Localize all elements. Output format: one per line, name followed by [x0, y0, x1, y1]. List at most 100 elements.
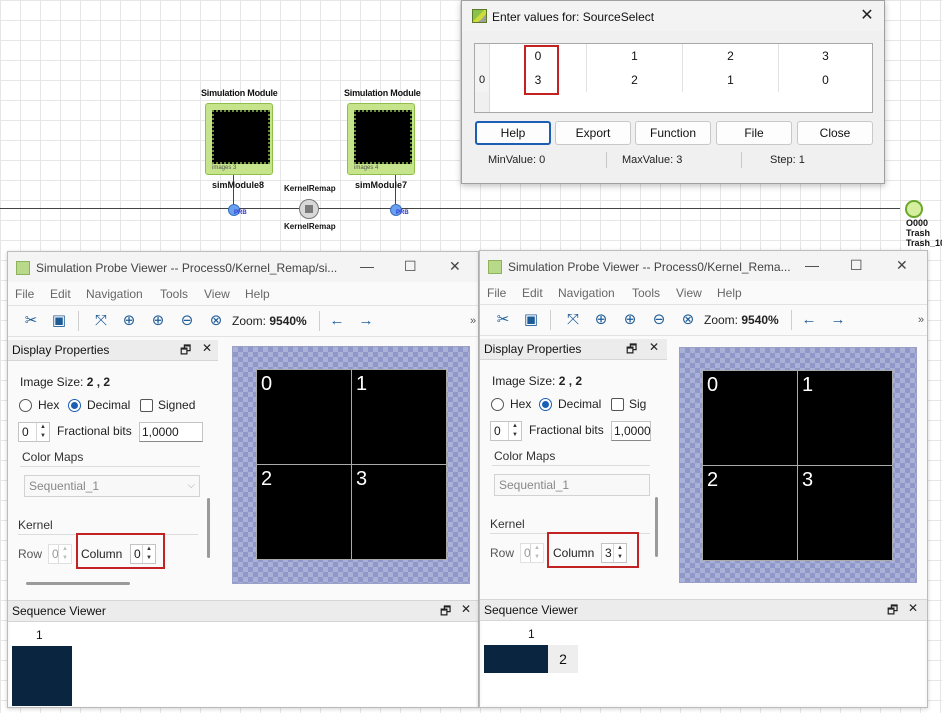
menu-tools[interactable]: Tools: [160, 287, 188, 301]
zoom-out-icon[interactable]: ⊖: [650, 311, 668, 329]
menu-help[interactable]: Help: [245, 287, 270, 301]
back-arrow-icon[interactable]: ←: [328, 312, 346, 330]
viewer-right-titlebar[interactable]: Simulation Probe Viewer -- Process0/Kern…: [480, 251, 927, 281]
kernel-remap-node[interactable]: [299, 199, 319, 219]
pixel-cell[interactable]: 2: [256, 464, 352, 560]
close-icon[interactable]: ✕: [449, 258, 461, 275]
properties-hscrollbar[interactable]: [26, 582, 130, 585]
pixel-cell[interactable]: 1: [797, 370, 893, 466]
menu-file[interactable]: File: [487, 286, 506, 300]
pixel-cell[interactable]: 1: [351, 369, 447, 465]
forward-arrow-icon[interactable]: →: [357, 312, 375, 330]
grid-row-header[interactable]: 0: [475, 68, 490, 92]
dialog-close-icon[interactable]: ✕: [856, 6, 878, 26]
function-button[interactable]: Function: [635, 121, 711, 145]
pixel-cell[interactable]: 3: [797, 465, 893, 561]
maximize-icon[interactable]: ☐: [850, 257, 863, 274]
sequence-frame[interactable]: [484, 645, 548, 673]
spinner-arrows-icon[interactable]: ▲ ▼: [508, 422, 521, 440]
sequence-frame[interactable]: [12, 646, 72, 706]
help-button[interactable]: Help: [475, 121, 551, 145]
maximize-icon[interactable]: ☐: [404, 258, 417, 275]
grid-cell[interactable]: 2: [587, 68, 683, 92]
module1-caption: images 3: [212, 165, 237, 171]
grid-col-header[interactable]: 2: [683, 44, 779, 68]
pixel-cell[interactable]: 3: [351, 464, 447, 560]
fit-screen-icon[interactable]: ⤧: [564, 311, 582, 329]
back-arrow-icon[interactable]: ←: [800, 311, 818, 329]
file-button[interactable]: File: [716, 121, 792, 145]
properties-scrollbar[interactable]: [207, 498, 210, 558]
forward-arrow-icon[interactable]: →: [829, 311, 847, 329]
close-panel-icon[interactable]: ✕: [461, 602, 471, 616]
zoom-reset-icon[interactable]: ⊗: [679, 311, 697, 329]
close-panel-icon[interactable]: ✕: [908, 601, 918, 615]
minimize-icon[interactable]: —: [805, 257, 819, 273]
decimal-radio[interactable]: [68, 399, 81, 412]
tools-icon[interactable]: ✂: [494, 311, 512, 329]
toolbar-overflow-icon[interactable]: »: [912, 311, 927, 329]
grid-col-header[interactable]: 3: [779, 44, 872, 68]
simulation-module-2[interactable]: images 4: [347, 103, 415, 175]
spinner-arrows-icon[interactable]: ▲ ▼: [36, 423, 49, 441]
menu-help[interactable]: Help: [717, 286, 742, 300]
menu-navigation[interactable]: Navigation: [86, 287, 143, 301]
row-spinner[interactable]: 0 ▲ ▼: [520, 543, 544, 563]
properties-scrollbar[interactable]: [655, 497, 658, 557]
fractional-bits-spinner[interactable]: 0 ▲ ▼: [18, 422, 50, 442]
colormap-select[interactable]: Sequential_1 ⌵: [24, 475, 200, 497]
zoom-fit-icon[interactable]: ⊕: [592, 311, 610, 329]
toolbar-overflow-icon[interactable]: »: [464, 312, 478, 330]
minimize-icon[interactable]: —: [360, 258, 374, 274]
row-spinner[interactable]: 0 ▲ ▼: [48, 544, 72, 564]
spinner-arrows-icon[interactable]: ▲ ▼: [530, 544, 543, 562]
fractional-field[interactable]: 1,0000: [139, 422, 203, 442]
pixel-cell[interactable]: 0: [256, 369, 352, 465]
colormap-select[interactable]: Sequential_1: [494, 474, 650, 496]
export-button[interactable]: Export: [555, 121, 631, 145]
viewer-left-titlebar[interactable]: Simulation Probe Viewer -- Process0/Kern…: [8, 252, 478, 282]
grid-cell[interactable]: 1: [683, 68, 779, 92]
trash-node[interactable]: [905, 200, 923, 218]
menu-view[interactable]: View: [676, 286, 702, 300]
zoom-out-icon[interactable]: ⊖: [178, 312, 196, 330]
close-button[interactable]: Close: [797, 121, 873, 145]
spinner-arrows-icon[interactable]: ▲ ▼: [58, 545, 71, 563]
pixel-cell[interactable]: 2: [702, 465, 798, 561]
fractional-bits-spinner[interactable]: 0 ▲ ▼: [490, 421, 522, 441]
menu-file[interactable]: File: [15, 287, 34, 301]
signed-checkbox[interactable]: [611, 398, 624, 411]
close-icon[interactable]: ✕: [896, 257, 908, 274]
menu-edit[interactable]: Edit: [50, 287, 71, 301]
image-canvas[interactable]: 0 1 2 3: [232, 346, 470, 584]
float-panel-icon[interactable]: 🗗: [440, 602, 451, 623]
grid-col-header[interactable]: 1: [587, 44, 683, 68]
menu-edit[interactable]: Edit: [522, 286, 543, 300]
fit-screen-icon[interactable]: ⤧: [92, 312, 110, 330]
menu-tools[interactable]: Tools: [632, 286, 660, 300]
float-panel-icon[interactable]: 🗗: [887, 601, 898, 622]
float-panel-icon[interactable]: 🗗: [180, 341, 191, 362]
hex-radio[interactable]: [491, 398, 504, 411]
close-panel-icon[interactable]: ✕: [649, 340, 659, 354]
menu-view[interactable]: View: [204, 287, 230, 301]
save-icon[interactable]: ▣: [522, 311, 540, 329]
menu-navigation[interactable]: Navigation: [558, 286, 615, 300]
zoom-in-icon[interactable]: ⊕: [621, 311, 639, 329]
dialog-titlebar[interactable]: Enter values for: SourceSelect ✕: [462, 1, 884, 31]
decimal-radio[interactable]: [539, 398, 552, 411]
fractional-field[interactable]: 1,0000: [611, 421, 651, 441]
grid-cell[interactable]: 0: [779, 68, 872, 92]
simulation-module-1[interactable]: images 3: [205, 103, 273, 175]
zoom-reset-icon[interactable]: ⊗: [207, 312, 225, 330]
close-panel-icon[interactable]: ✕: [202, 341, 212, 355]
pixel-cell[interactable]: 0: [702, 370, 798, 466]
image-canvas[interactable]: 0 1 2 3: [679, 347, 917, 583]
save-icon[interactable]: ▣: [50, 312, 68, 330]
hex-radio[interactable]: [19, 399, 32, 412]
signed-checkbox[interactable]: [140, 399, 153, 412]
zoom-fit-icon[interactable]: ⊕: [120, 312, 138, 330]
float-panel-icon[interactable]: 🗗: [626, 340, 637, 361]
tools-icon[interactable]: ✂: [22, 312, 40, 330]
zoom-in-icon[interactable]: ⊕: [149, 312, 167, 330]
